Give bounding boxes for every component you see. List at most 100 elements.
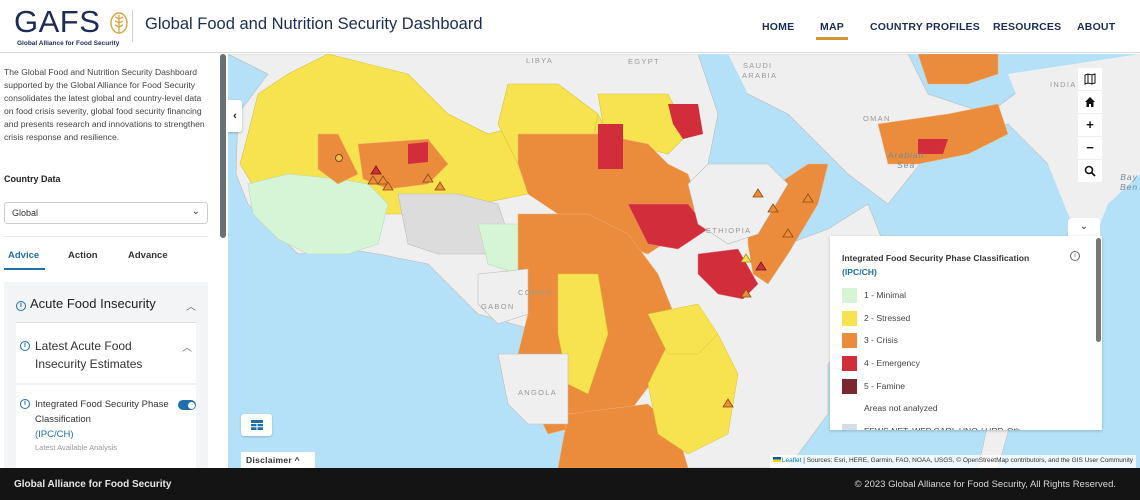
leaflet-link[interactable]: Leaflet: [782, 457, 802, 464]
header-divider: [132, 10, 133, 42]
basemap-icon: [1084, 73, 1096, 85]
legend-item: 2 - Stressed: [842, 311, 1062, 327]
country-select[interactable]: Global ⌄: [4, 202, 208, 224]
logo-subtext: Global Alliance for Food Security: [17, 40, 120, 47]
legend-swatch: [842, 288, 857, 303]
nav-country-profiles[interactable]: COUNTRY PROFILES: [870, 21, 980, 33]
chevron-up-icon[interactable]: ︿: [182, 339, 192, 354]
ipc-layer-label: i Integrated Food Security Phase Classif…: [20, 397, 170, 442]
divider: [16, 383, 196, 385]
nav-map[interactable]: MAP: [816, 21, 848, 40]
logo-text: GAFS: [14, 4, 101, 39]
legend-swatch: [842, 333, 857, 348]
basemap-button[interactable]: [1078, 68, 1102, 90]
map-controls: + −: [1078, 68, 1102, 183]
panel-header[interactable]: i Acute Food Insecurity: [16, 296, 156, 311]
table-view-button[interactable]: [241, 414, 272, 436]
legend-item: 4 - Emergency: [842, 356, 1062, 372]
disclaimer-button[interactable]: Disclaimer ^: [241, 452, 315, 468]
legend-item: Areas not analyzed: [842, 401, 1062, 417]
subpanel-header[interactable]: i Latest Acute Food Insecurity Estimates: [20, 337, 170, 373]
acute-food-insecurity-panel: i Acute Food Insecurity ︿ i Latest Acute …: [4, 282, 208, 468]
tab-advance[interactable]: Advance: [128, 250, 168, 261]
sidebar-scrollbar[interactable]: [220, 54, 226, 238]
chevron-up-icon: ^: [294, 455, 300, 465]
legend-collapse-button[interactable]: ⌄: [1068, 218, 1100, 238]
panel-title: Acute Food Insecurity: [30, 296, 156, 311]
zoom-in-icon: +: [1086, 117, 1094, 132]
nav-resources[interactable]: RESOURCES: [993, 21, 1061, 33]
page-title: Global Food and Nutrition Security Dashb…: [145, 15, 483, 33]
top-header: GAFS Global Alliance for Food Security G…: [0, 0, 1140, 53]
footer-copyright: © 2023 Global Alliance for Food Security…: [854, 479, 1116, 490]
legend-item: FEWS NET, WFP CARI, UNO / HRP, Oth...: [842, 424, 1062, 430]
chevron-up-icon[interactable]: ︿: [186, 298, 196, 313]
map-label-egypt: EGYPT: [628, 57, 660, 66]
map-label-angola: ANGOLA: [518, 388, 558, 397]
collapse-sidebar-button[interactable]: ‹: [228, 100, 242, 132]
legend-swatch: [842, 379, 857, 394]
legend-item: 5 - Famine: [842, 379, 1062, 395]
map-attribution: Leaflet | Sources: Esri, HERE, Garmin, F…: [769, 455, 1136, 468]
ukraine-flag-icon: [772, 457, 781, 462]
map-label-libya: LIBYA: [526, 56, 554, 65]
location-marker[interactable]: [335, 154, 343, 162]
info-icon[interactable]: i: [1070, 251, 1080, 261]
nav-home[interactable]: HOME: [762, 21, 794, 33]
active-tab-indicator: [4, 268, 45, 270]
map-view[interactable]: LIBYA EGYPT SAUDI ARABIA OMAN INDIA ETHI…: [228, 54, 1140, 468]
legend-item: 1 - Minimal: [842, 288, 1062, 304]
tab-action[interactable]: Action: [68, 250, 98, 261]
estimates-card: i Latest Acute Food Insecurity Estimates…: [16, 322, 196, 468]
divider: [4, 236, 208, 237]
map-label-india: INDIA: [1050, 80, 1077, 89]
legend-title-text: Integrated Food Security Phase Classific…: [842, 253, 1030, 263]
info-icon[interactable]: i: [20, 341, 30, 351]
info-icon[interactable]: i: [20, 399, 30, 409]
footer: Global Alliance for Food Security © 2023…: [0, 468, 1140, 500]
map-label-congo: CONGO: [518, 288, 553, 297]
legend-item: 3 - Crisis: [842, 333, 1062, 349]
legend-title: Integrated Food Security Phase Classific…: [842, 251, 1072, 279]
intro-text: The Global Food and Nutrition Security D…: [4, 67, 205, 142]
zoom-in-button[interactable]: +: [1078, 114, 1102, 136]
map-label-bay-of-bengal: Bay Ben: [1120, 172, 1139, 192]
info-icon[interactable]: i: [16, 301, 26, 311]
legend-subtitle[interactable]: (IPC/CH): [842, 267, 877, 277]
legend-swatch: [842, 424, 857, 430]
gafs-logo[interactable]: GAFS Global Alliance for Food Security: [14, 4, 128, 49]
zoom-out-icon: −: [1086, 140, 1094, 155]
legend-scrollbar[interactable]: [1096, 238, 1101, 342]
table-icon: [251, 420, 263, 430]
country-select-value: Global: [12, 208, 39, 218]
map-label-gabon: GABON: [481, 302, 515, 311]
chevron-down-icon: ⌄: [191, 206, 200, 217]
wheat-icon: [110, 12, 128, 34]
region-minimal-west: [247, 173, 389, 255]
tab-advice[interactable]: Advice: [8, 250, 39, 261]
nav-about[interactable]: ABOUT: [1077, 21, 1115, 33]
map-label-ethiopia: ETHIOPIA: [706, 226, 752, 235]
subpanel-title: Latest Acute Food Insecurity Estimates: [35, 339, 143, 371]
search-icon: [1084, 165, 1096, 177]
search-button[interactable]: [1078, 160, 1102, 182]
home-button[interactable]: [1078, 91, 1102, 113]
map-label-arabia: ARABIA: [742, 71, 778, 80]
legend-swatch: [842, 311, 857, 326]
chevron-down-icon: ⌄: [1079, 221, 1089, 232]
ipc-layer-subtitle: Latest Available Analysis: [35, 443, 117, 452]
disclaimer-label: Disclaimer: [246, 455, 292, 465]
footer-org-name: Global Alliance for Food Security: [14, 479, 172, 490]
tab-bar: Advice Action Advance: [4, 246, 208, 272]
ipc-layer-toggle[interactable]: [178, 400, 196, 410]
map-label-arabian-sea: Arabian Sea: [888, 150, 925, 170]
ipc-link[interactable]: (IPC/CH): [35, 429, 74, 440]
map-label-saudi: SAUDI: [743, 61, 773, 70]
region-crisis-pakistan: [917, 54, 999, 85]
sidebar: The Global Food and Nutrition Security D…: [0, 54, 228, 468]
region-emergency-mali: [408, 142, 428, 164]
zoom-out-button[interactable]: −: [1078, 137, 1102, 159]
legend-panel: Integrated Food Security Phase Classific…: [830, 236, 1102, 430]
attribution-text: | Sources: Esri, HERE, Garmin, FAO, NOAA…: [801, 457, 1133, 464]
legend-swatch: [842, 401, 857, 416]
